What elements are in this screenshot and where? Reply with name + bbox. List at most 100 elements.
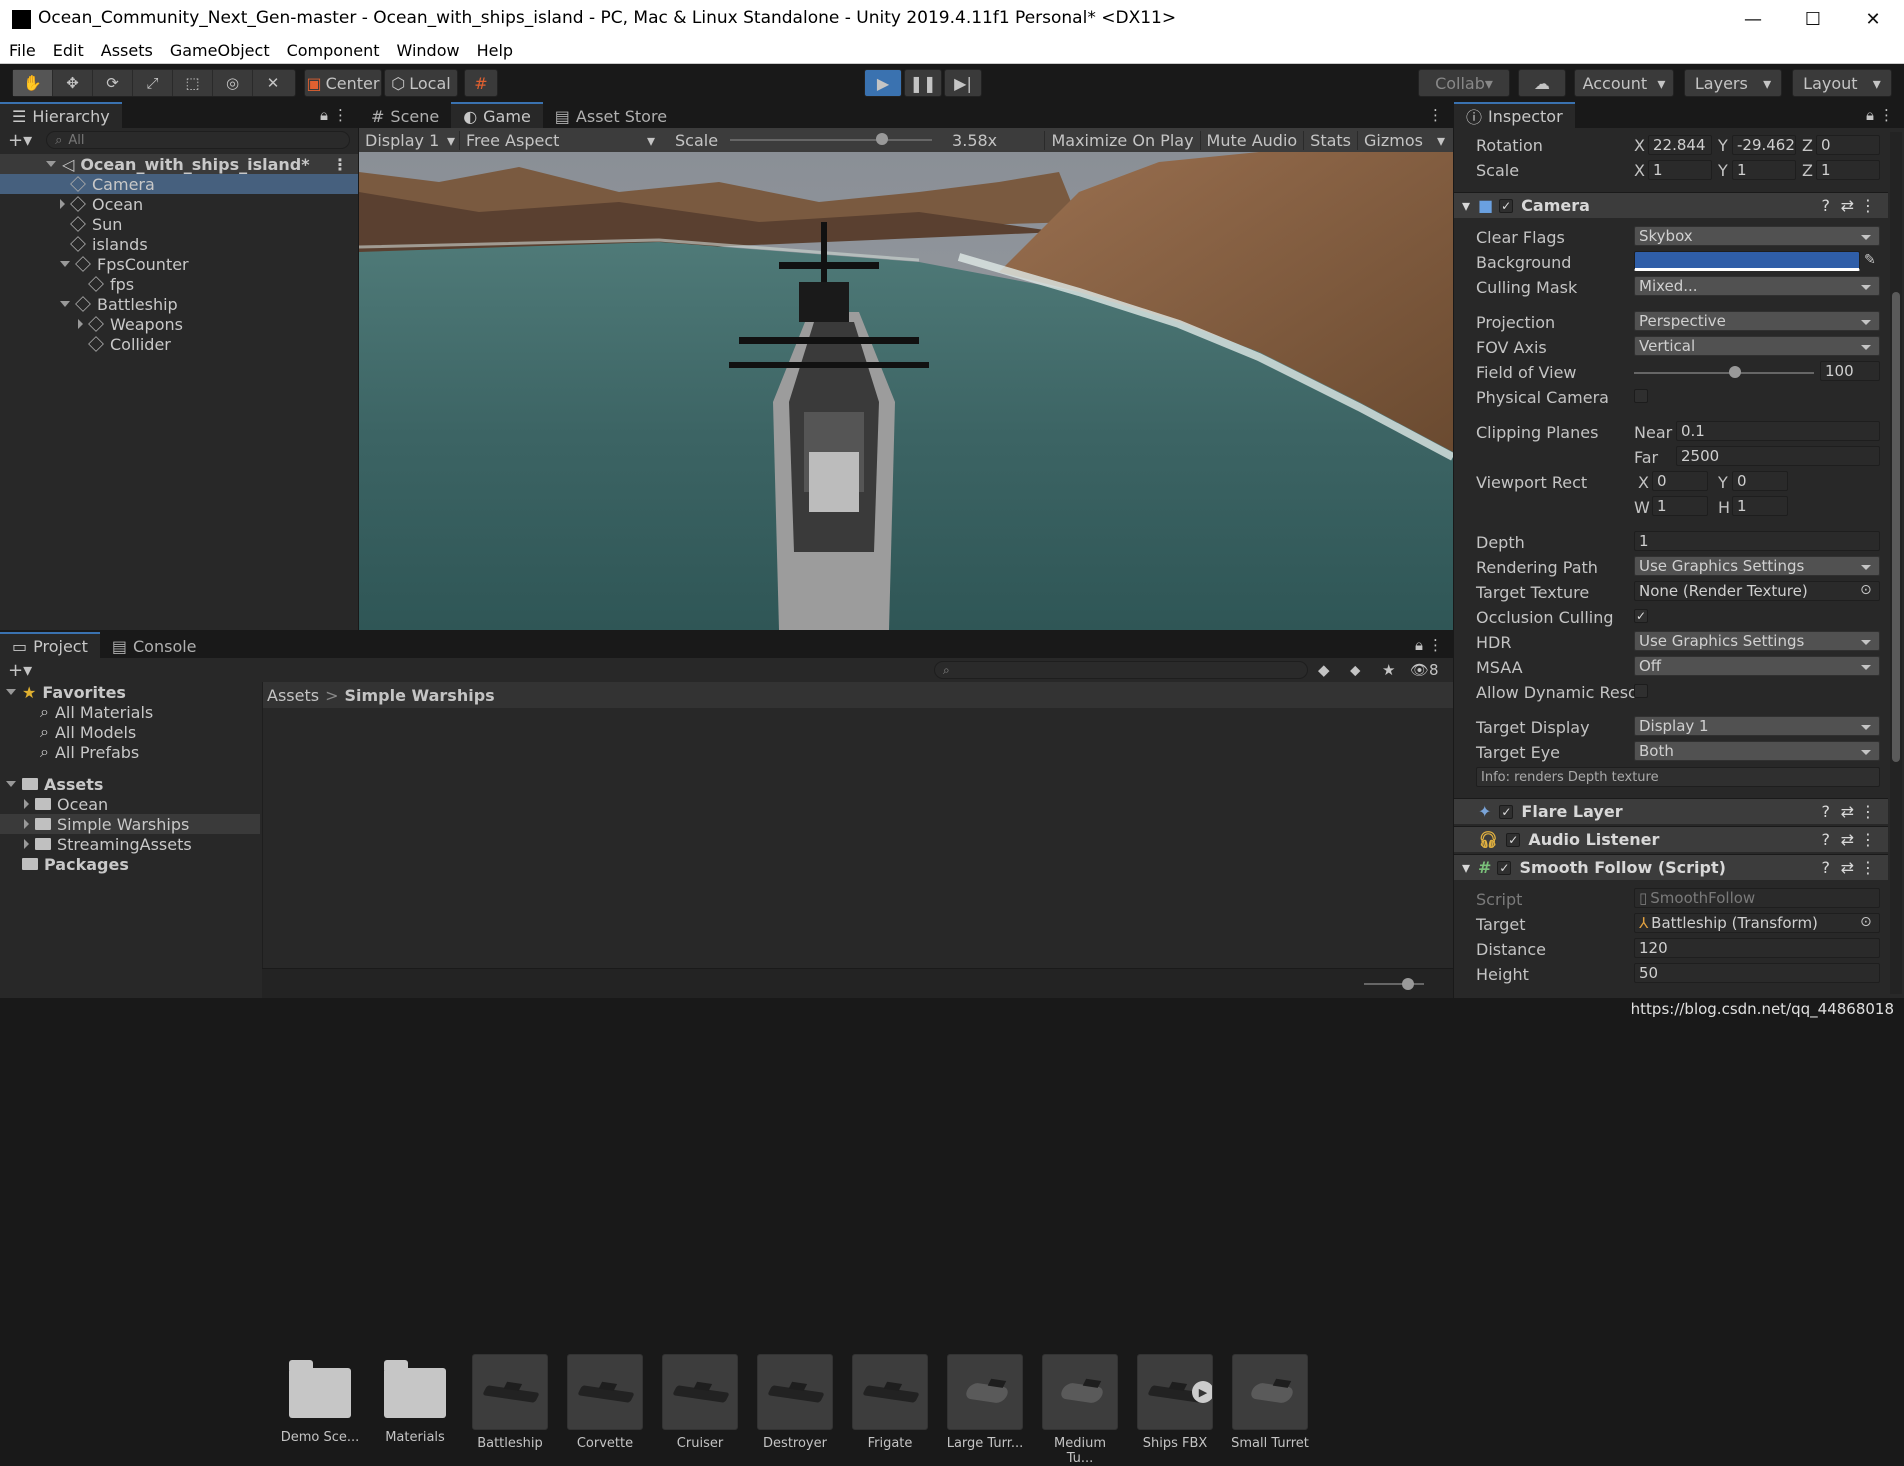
expand-arrow-icon[interactable] <box>46 161 56 167</box>
hierarchy-item[interactable]: FpsCounter <box>0 254 358 274</box>
near-clip-field[interactable]: 0.1 <box>1676 421 1880 441</box>
hierarchy-item[interactable]: Weapons <box>0 314 358 334</box>
more-menu-icon[interactable]: ⋮ <box>333 106 348 124</box>
menu-gameobject[interactable]: GameObject <box>170 41 270 60</box>
asset-tile[interactable]: Battleship <box>470 1354 550 1451</box>
menu-edit[interactable]: Edit <box>53 41 84 60</box>
dynamic-resolution-checkbox[interactable] <box>1634 684 1648 698</box>
height-field[interactable]: 50 <box>1634 963 1880 983</box>
expand-arrow-icon[interactable] <box>24 839 29 849</box>
lock-icon[interactable]: 🔒︎ <box>1866 106 1874 124</box>
asset-tile[interactable]: Materials <box>375 1354 455 1445</box>
hidden-packages-icon[interactable]: 👁︎8 <box>1410 661 1439 679</box>
stats-button[interactable]: Stats <box>1303 130 1357 150</box>
fov-value-field[interactable]: 100 <box>1820 361 1880 381</box>
flare-layer-header[interactable]: ✦ ✓ Flare Layer ? ⇄ ⋮ <box>1454 798 1888 824</box>
rect-tool-icon[interactable]: ⬚ <box>173 70 213 96</box>
layers-dropdown[interactable]: Layers ▾ <box>1684 69 1782 97</box>
breadcrumb-assets[interactable]: Assets <box>267 686 319 705</box>
tab-inspector[interactable]: ⓘ Inspector <box>1454 102 1575 128</box>
component-menu-icon[interactable]: ⋮ <box>1860 858 1876 877</box>
asset-folder-item[interactable]: Simple Warships <box>0 814 260 834</box>
more-menu-icon[interactable]: ⋮ <box>1428 636 1443 654</box>
asset-folder-item[interactable]: StreamingAssets <box>0 834 260 854</box>
target-display-dropdown[interactable]: Display 1 <box>1634 716 1880 736</box>
hierarchy-item[interactable]: fps <box>0 274 358 294</box>
expand-model-icon[interactable]: ▶ <box>1192 1381 1212 1403</box>
preset-icon[interactable]: ⇄ <box>1841 802 1854 821</box>
game-viewport[interactable] <box>359 152 1453 630</box>
pause-button[interactable]: ❚❚ <box>904 69 942 97</box>
camera-enabled-checkbox[interactable]: ✓ <box>1499 198 1514 213</box>
packages-row[interactable]: Packages <box>0 854 260 874</box>
favorite-search-item[interactable]: ⌕ All Materials <box>0 702 260 722</box>
thumbnail-size-slider[interactable] <box>1364 978 1424 990</box>
smooth-follow-checkbox[interactable]: ✓ <box>1497 860 1512 875</box>
lock-icon[interactable]: 🔒︎ <box>320 106 328 124</box>
expand-arrow-icon[interactable] <box>24 819 29 829</box>
preset-icon[interactable]: ⇄ <box>1841 830 1854 849</box>
project-search-input[interactable]: ⌕ <box>934 661 1308 679</box>
scene-menu-icon[interactable]: ⋮ <box>332 155 348 174</box>
hierarchy-item[interactable]: Sun <box>0 214 358 234</box>
maximize-on-play-button[interactable]: Maximize On Play <box>1044 130 1199 150</box>
background-color-field[interactable] <box>1634 251 1860 271</box>
help-icon[interactable]: ? <box>1822 196 1831 215</box>
favorite-star-icon[interactable]: ★ <box>1382 661 1395 679</box>
fov-slider[interactable] <box>1634 366 1814 378</box>
favorite-search-item[interactable]: ⌕ All Prefabs <box>0 742 260 762</box>
assets-root-row[interactable]: Assets <box>0 774 260 794</box>
tab-hierarchy[interactable]: ☰ Hierarchy <box>0 102 122 128</box>
camera-component-header[interactable]: ▾ ■ ✓ Camera ? ⇄ ⋮ <box>1454 192 1888 218</box>
fov-slider-thumb[interactable] <box>1728 366 1741 378</box>
hierarchy-item[interactable]: Collider <box>0 334 358 354</box>
layout-dropdown[interactable]: Layout ▾ <box>1792 69 1892 97</box>
aspect-dropdown[interactable]: Free Aspect ▾ <box>459 130 659 150</box>
pivot-local-button[interactable]: ⬡ Local <box>384 69 458 97</box>
move-tool-icon[interactable]: ✥ <box>53 70 93 96</box>
more-menu-icon[interactable]: ⋮ <box>1879 106 1894 124</box>
hierarchy-item[interactable]: Battleship <box>0 294 358 314</box>
rotation-z-field[interactable]: 0 <box>1816 135 1880 155</box>
viewport-h-field[interactable]: 1 <box>1732 496 1788 516</box>
scene-root-row[interactable]: ◁ Ocean_with_ships_island* ⋮ <box>0 154 358 174</box>
msaa-dropdown[interactable]: Off <box>1634 656 1880 676</box>
create-plus-icon[interactable]: +▾ <box>8 130 32 151</box>
inspector-scrollbar[interactable] <box>1890 132 1902 994</box>
expand-arrow-icon[interactable] <box>60 301 70 307</box>
hierarchy-item[interactable]: Ocean <box>0 194 358 214</box>
scale-slider-thumb[interactable] <box>875 133 888 145</box>
component-menu-icon[interactable]: ⋮ <box>1860 830 1876 849</box>
create-plus-icon[interactable]: +▾ <box>8 660 32 681</box>
clear-flags-dropdown[interactable]: Skybox <box>1634 226 1880 246</box>
object-picker-icon[interactable]: ⊙ <box>1860 914 1872 930</box>
hand-tool-icon[interactable]: ✋ <box>13 70 53 96</box>
tab-scene[interactable]: # Scene <box>359 102 452 128</box>
target-eye-dropdown[interactable]: Both <box>1634 741 1880 761</box>
audio-listener-header[interactable]: 🎧︎ ✓ Audio Listener ? ⇄ ⋮ <box>1454 826 1888 852</box>
component-menu-icon[interactable]: ⋮ <box>1860 196 1876 215</box>
menu-assets[interactable]: Assets <box>101 41 153 60</box>
foldout-arrow-icon[interactable]: ▾ <box>1462 858 1470 877</box>
step-button[interactable]: ▶| <box>944 69 982 97</box>
asset-tile[interactable]: Small Turret <box>1230 1354 1310 1451</box>
asset-folder-item[interactable]: Ocean <box>0 794 260 814</box>
display-dropdown[interactable]: Display 1 ▾ <box>359 131 459 150</box>
occlusion-culling-checkbox[interactable]: ✓ <box>1634 609 1648 623</box>
preset-icon[interactable]: ⇄ <box>1841 196 1854 215</box>
transform-tool-icon[interactable]: ◎ <box>213 70 253 96</box>
expand-arrow-icon[interactable] <box>6 781 16 787</box>
account-dropdown[interactable]: Account ▾ <box>1574 69 1674 97</box>
scale-y-field[interactable]: 1 <box>1732 160 1796 180</box>
culling-mask-dropdown[interactable]: Mixed... <box>1634 276 1880 296</box>
hdr-dropdown[interactable]: Use Graphics Settings <box>1634 631 1880 651</box>
collab-button[interactable]: Collab ▾ <box>1418 69 1510 97</box>
favorite-search-item[interactable]: ⌕ All Models <box>0 722 260 742</box>
tab-project[interactable]: ▭ Project <box>0 632 100 658</box>
far-clip-field[interactable]: 2500 <box>1676 446 1880 466</box>
eyedropper-icon[interactable]: ✎ <box>1864 252 1876 268</box>
favorites-row[interactable]: ★ Favorites <box>0 682 260 702</box>
menu-window[interactable]: Window <box>396 41 459 60</box>
filter-type-icon[interactable]: ◆ <box>1318 661 1330 679</box>
rendering-path-dropdown[interactable]: Use Graphics Settings <box>1634 556 1880 576</box>
